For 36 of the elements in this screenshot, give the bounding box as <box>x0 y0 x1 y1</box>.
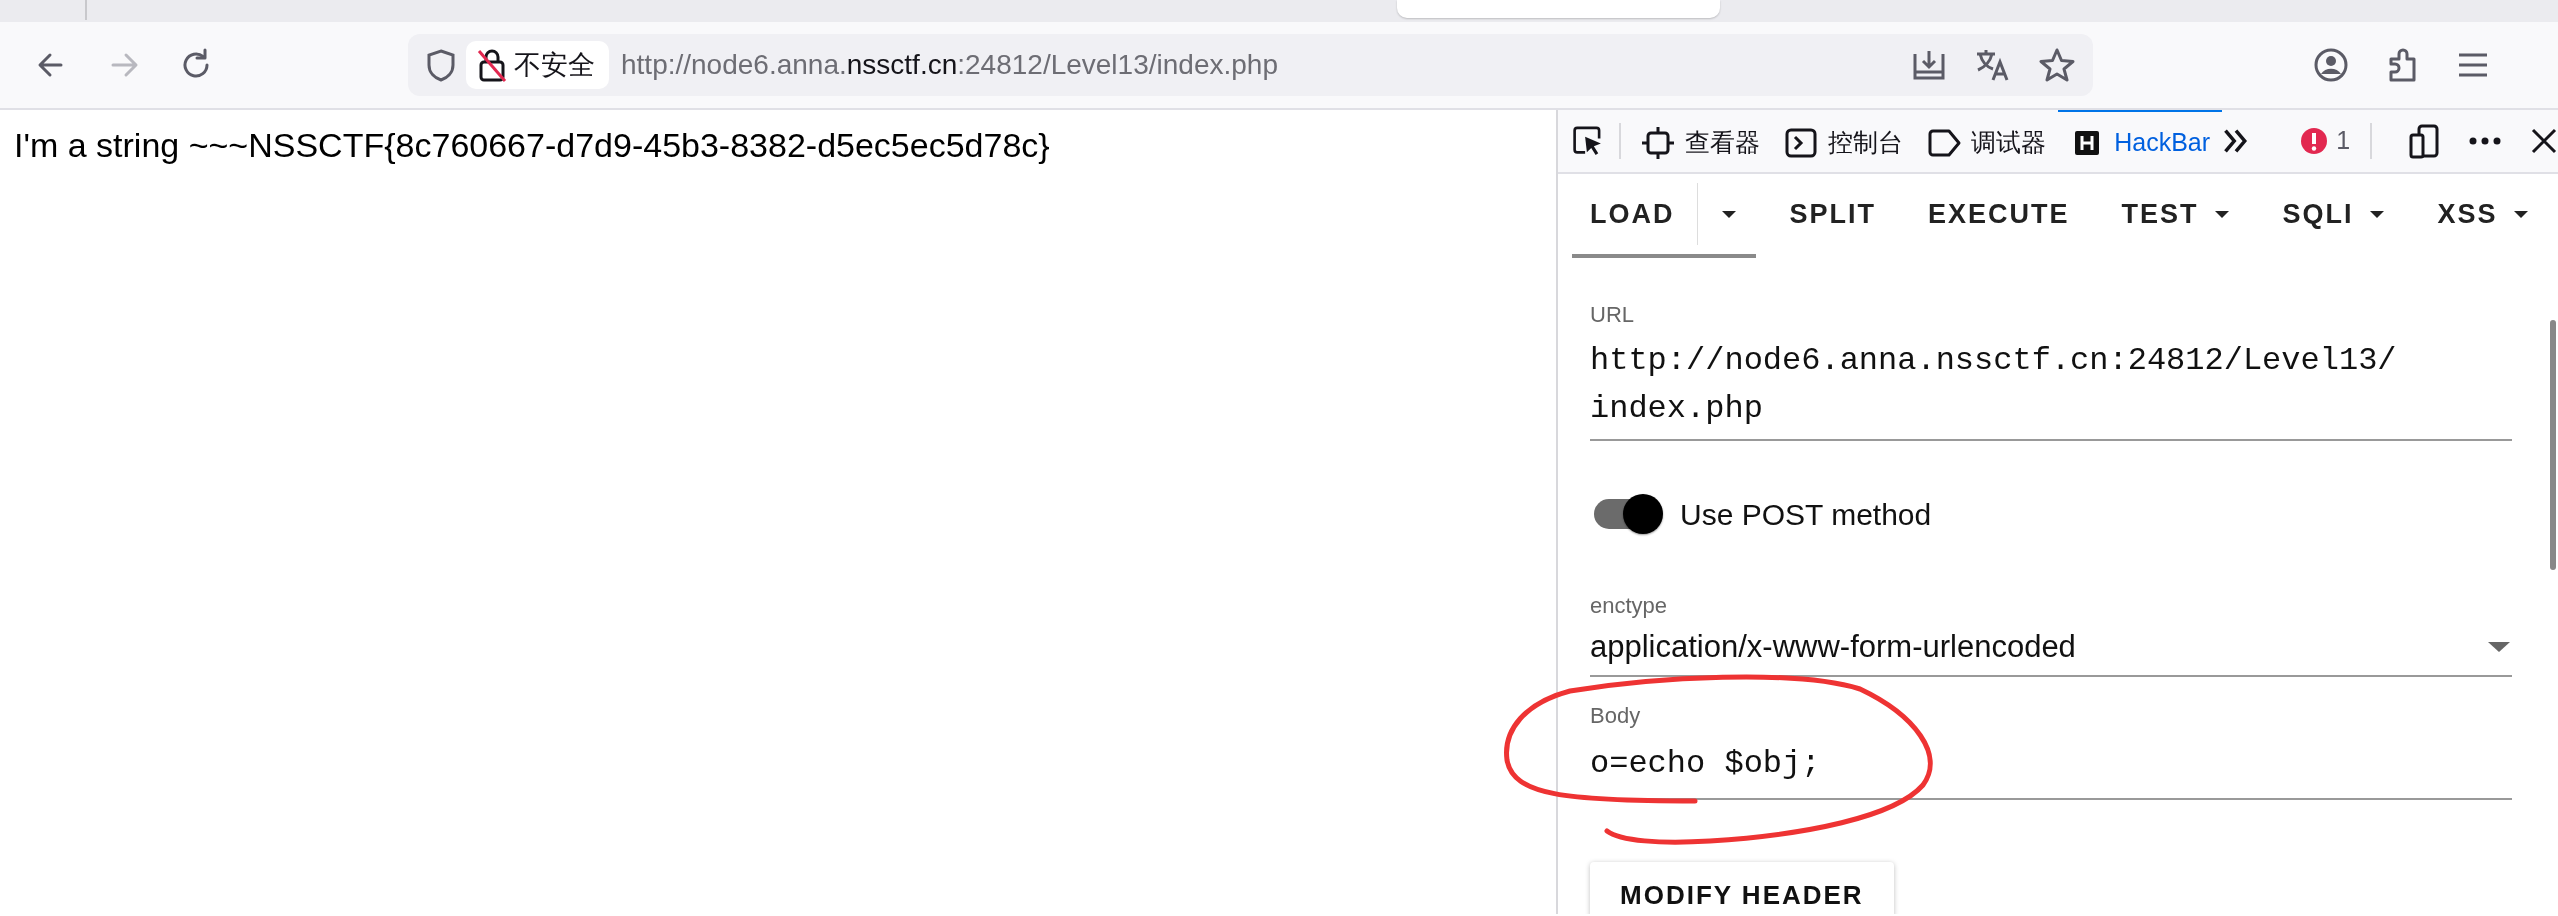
error-icon <box>2300 127 2329 155</box>
devtools-tab[interactable]: HackBar <box>2058 110 2223 173</box>
address-bar[interactable]: 不安全 http://node6.anna.nssctf.cn:24812/Level13/index.php <box>408 34 2093 96</box>
devtools-tab[interactable]: 查看器 <box>1629 110 1773 173</box>
broken-lock-icon <box>476 47 508 83</box>
field-label: enctype <box>1590 592 1669 620</box>
menu-tab[interactable]: LOAD <box>1572 174 1756 258</box>
inspector-icon <box>1641 125 1676 160</box>
close-icon[interactable] <box>2530 127 2558 155</box>
download-icon[interactable] <box>1911 48 1947 82</box>
devtools-tab[interactable]: 调试器 <box>1915 110 2059 173</box>
menu-tab[interactable]: TEST <box>2103 174 2249 258</box>
account-icon[interactable] <box>2313 47 2349 83</box>
more-icon[interactable] <box>2468 135 2502 147</box>
field-label: Body <box>1590 701 1642 730</box>
translate-icon[interactable] <box>1975 48 2011 82</box>
menu-tab[interactable]: SQLI <box>2264 174 2404 258</box>
modify-header-button[interactable]: MODIFY HEADER <box>1590 861 1894 914</box>
toggle-label: Use POST method <box>1680 496 1932 533</box>
menu-icon[interactable] <box>2457 51 2489 79</box>
menu-tab[interactable]: EXECUTE <box>1910 174 2088 258</box>
shield-icon <box>426 48 456 82</box>
enctype-select[interactable]: application/x-www-form-urlencoded <box>1590 622 2512 677</box>
menu-tab[interactable]: SPLIT <box>1771 174 1894 258</box>
star-icon[interactable] <box>2039 48 2075 82</box>
scrollbar[interactable] <box>2550 320 2556 570</box>
address-text[interactable]: http://node6.anna.nssctf.cn:24812/Level13/index.php <box>621 44 1278 86</box>
devtools-tab[interactable]: 控制台 <box>1772 110 1916 173</box>
menu-tab[interactable]: XSS <box>2419 174 2548 258</box>
puzzle-icon[interactable] <box>2387 47 2419 83</box>
url-field[interactable]: http://node6.anna.nssctf.cn:24812/Level13/index.php <box>1590 331 2512 441</box>
field-label: URL <box>1590 301 1635 329</box>
error-count: 1 <box>2336 125 2351 157</box>
page-text: I'm a string ~~~NSSCTF{8c760667-d7d9-45b3-8382-d5ec5ec5d78c} <box>14 125 1051 166</box>
body-field[interactable]: o=echo $obj; <box>1590 731 2512 800</box>
responsive-design-icon[interactable] <box>2408 123 2440 159</box>
